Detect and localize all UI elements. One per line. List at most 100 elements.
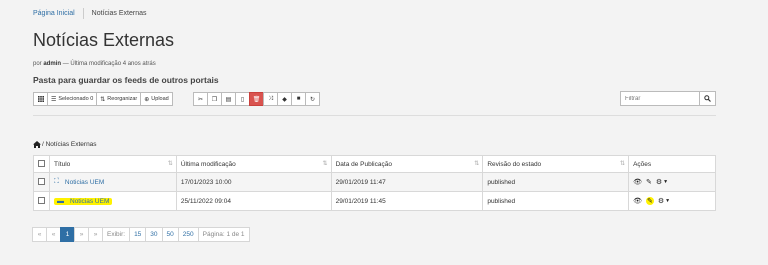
cut-button[interactable]: ✂: [193, 92, 208, 106]
column-header-title-label: Título: [54, 160, 71, 168]
pencil-icon[interactable]: ✎: [645, 197, 654, 205]
toolbar-selection-group: ☰ Selecionado 0 ⇅ Reorganizar ⊕ Upload: [33, 92, 173, 106]
page-size-label: Exibir:: [102, 227, 131, 242]
toolbar-actions-group: ✂ ❐ ▤ ▯ 🗑 ⤨ ◆ ■ ↻: [193, 92, 320, 106]
grid-icon: [37, 96, 44, 102]
row-title-link[interactable]: ▬ Noticias UEM: [54, 197, 113, 205]
upload-label: Upload: [151, 96, 169, 102]
byline-author[interactable]: admin: [43, 61, 61, 67]
sort-icon: ⇅: [322, 161, 328, 167]
column-header-modified-label: Última modificação: [180, 160, 236, 168]
status-button[interactable]: ↻: [305, 92, 320, 106]
first-page-button[interactable]: «: [32, 227, 47, 242]
sort-icon: ⇅: [474, 161, 480, 167]
filter-search-button[interactable]: [699, 91, 716, 106]
pagination: « « 1 » » Exibir: 15 30 50 250 Página: 1…: [32, 227, 250, 242]
workflow-button[interactable]: ⤨: [263, 92, 278, 106]
select-all-checkbox[interactable]: [38, 160, 45, 168]
row-select-cell: [33, 172, 50, 192]
gear-icon[interactable]: ⚙: [656, 178, 662, 186]
row-title-link[interactable]: ⛶ Noticias UEM: [54, 178, 104, 186]
table-row[interactable]: ⛶ Noticias UEM 17/01/2023 10:00 29/01/20…: [33, 172, 716, 192]
list-icon: ☰: [51, 96, 57, 103]
row-state: published: [482, 172, 630, 192]
lock-icon: ■: [296, 96, 301, 102]
current-path-label: / Notícias Externas: [42, 141, 97, 148]
paste-button[interactable]: ▤: [221, 92, 236, 106]
search-icon: [704, 95, 711, 102]
page-size-250[interactable]: 250: [177, 227, 199, 242]
breadcrumb-home-link[interactable]: Página Inicial: [33, 10, 75, 17]
columns-button[interactable]: [33, 92, 48, 106]
upload-icon: ⊕: [144, 96, 150, 103]
filter-input[interactable]: [620, 91, 700, 106]
row-title: Noticias UEM: [70, 197, 110, 205]
properties-button[interactable]: ■: [291, 92, 306, 106]
table-row[interactable]: ▬ Noticias UEM 25/11/2022 09:04 29/01/20…: [33, 191, 716, 211]
byline-prefix: por: [33, 61, 42, 67]
gear-icon[interactable]: ⚙: [658, 197, 664, 205]
pencil-icon[interactable]: ✎: [646, 178, 652, 186]
column-header-actions: Ações: [628, 155, 716, 173]
row-modified: 17/01/2023 10:00: [175, 172, 332, 192]
row-state: published: [482, 191, 630, 211]
upload-button[interactable]: ⊕ Upload: [140, 92, 173, 106]
contents-table: Título ⇅ Última modificação ⇅ Data de Publ…: [33, 155, 716, 211]
byline: por admin — Última modificação 4 anos at…: [33, 61, 156, 67]
page-title: Notícias Externas: [33, 30, 175, 50]
row-checkbox[interactable]: [38, 178, 45, 186]
scissors-icon: ✂: [197, 96, 204, 103]
section-divider: [33, 115, 716, 116]
eye-icon[interactable]: 👁: [633, 178, 642, 186]
folder-description: Pasta para guardar os feeds de outros po…: [33, 75, 219, 85]
row-published: 29/01/2019 11:45: [330, 191, 484, 211]
sort-icon: ⇅: [167, 161, 173, 167]
table-header-row: Título ⇅ Última modificação ⇅ Data de Publ…: [33, 155, 716, 173]
breadcrumb-current: Notícias Externas: [91, 9, 147, 17]
row-modified: 25/11/2022 09:04: [175, 191, 332, 211]
column-header-title[interactable]: Título ⇅: [49, 155, 177, 173]
eye-icon[interactable]: 👁: [633, 197, 642, 205]
delete-button[interactable]: 🗑: [249, 92, 264, 106]
row-actions-cell: 👁 ✎ ⚙ ▼: [628, 191, 716, 211]
status-icon: ↻: [309, 96, 316, 103]
column-header-state[interactable]: Revisão do estado ⇅: [482, 155, 630, 173]
copy-button[interactable]: ❐: [207, 92, 222, 106]
selected-button[interactable]: ☰ Selecionado 0: [47, 92, 98, 106]
select-all-cell: [33, 155, 50, 173]
column-header-modified[interactable]: Última modificação ⇅: [175, 155, 332, 173]
column-header-published[interactable]: Data de Publicação ⇅: [330, 155, 484, 173]
page-1-button[interactable]: 1: [60, 227, 75, 242]
row-title-cell: ⛶ Noticias UEM: [49, 172, 177, 192]
row-checkbox[interactable]: [38, 197, 45, 205]
row-title: Noticias UEM: [64, 178, 105, 186]
caret-down-icon[interactable]: ▼: [663, 179, 668, 185]
tags-button[interactable]: ◆: [277, 92, 292, 106]
sort-icon: ⇅: [620, 161, 626, 167]
page-size-15[interactable]: 15: [129, 227, 147, 242]
column-header-actions-label: Ações: [633, 160, 652, 168]
tags-icon: ◆: [282, 96, 287, 103]
page-info: Página: 1 de 1: [197, 227, 250, 242]
selected-label: Selecionado 0: [58, 96, 94, 102]
reorder-label: Reorganizar: [107, 96, 138, 102]
page-size-30[interactable]: 30: [145, 227, 163, 242]
column-header-state-label: Revisão do estado: [487, 160, 542, 168]
next-page-button[interactable]: »: [74, 227, 89, 242]
trash-icon: 🗑: [252, 96, 261, 103]
page-size-50[interactable]: 50: [161, 227, 179, 242]
row-title-cell: ▬ Noticias UEM: [49, 191, 177, 211]
reorder-button[interactable]: ⇅ Reorganizar: [96, 92, 142, 106]
copy-icon: ❐: [211, 96, 218, 103]
breadcrumb: Página Inicial Notícias Externas: [33, 7, 147, 19]
sort-icon: ⇅: [100, 96, 106, 103]
caret-down-icon[interactable]: ▼: [665, 198, 670, 204]
row-published: 29/01/2019 11:47: [330, 172, 484, 192]
home-icon[interactable]: [33, 141, 41, 148]
breadcrumb-separator: [82, 7, 84, 19]
rename-button[interactable]: ▯: [235, 92, 250, 106]
prev-page-button[interactable]: «: [46, 227, 61, 242]
last-page-button[interactable]: »: [88, 227, 103, 242]
current-path: / Notícias Externas: [33, 141, 97, 148]
file-icon: ▯: [240, 96, 245, 103]
